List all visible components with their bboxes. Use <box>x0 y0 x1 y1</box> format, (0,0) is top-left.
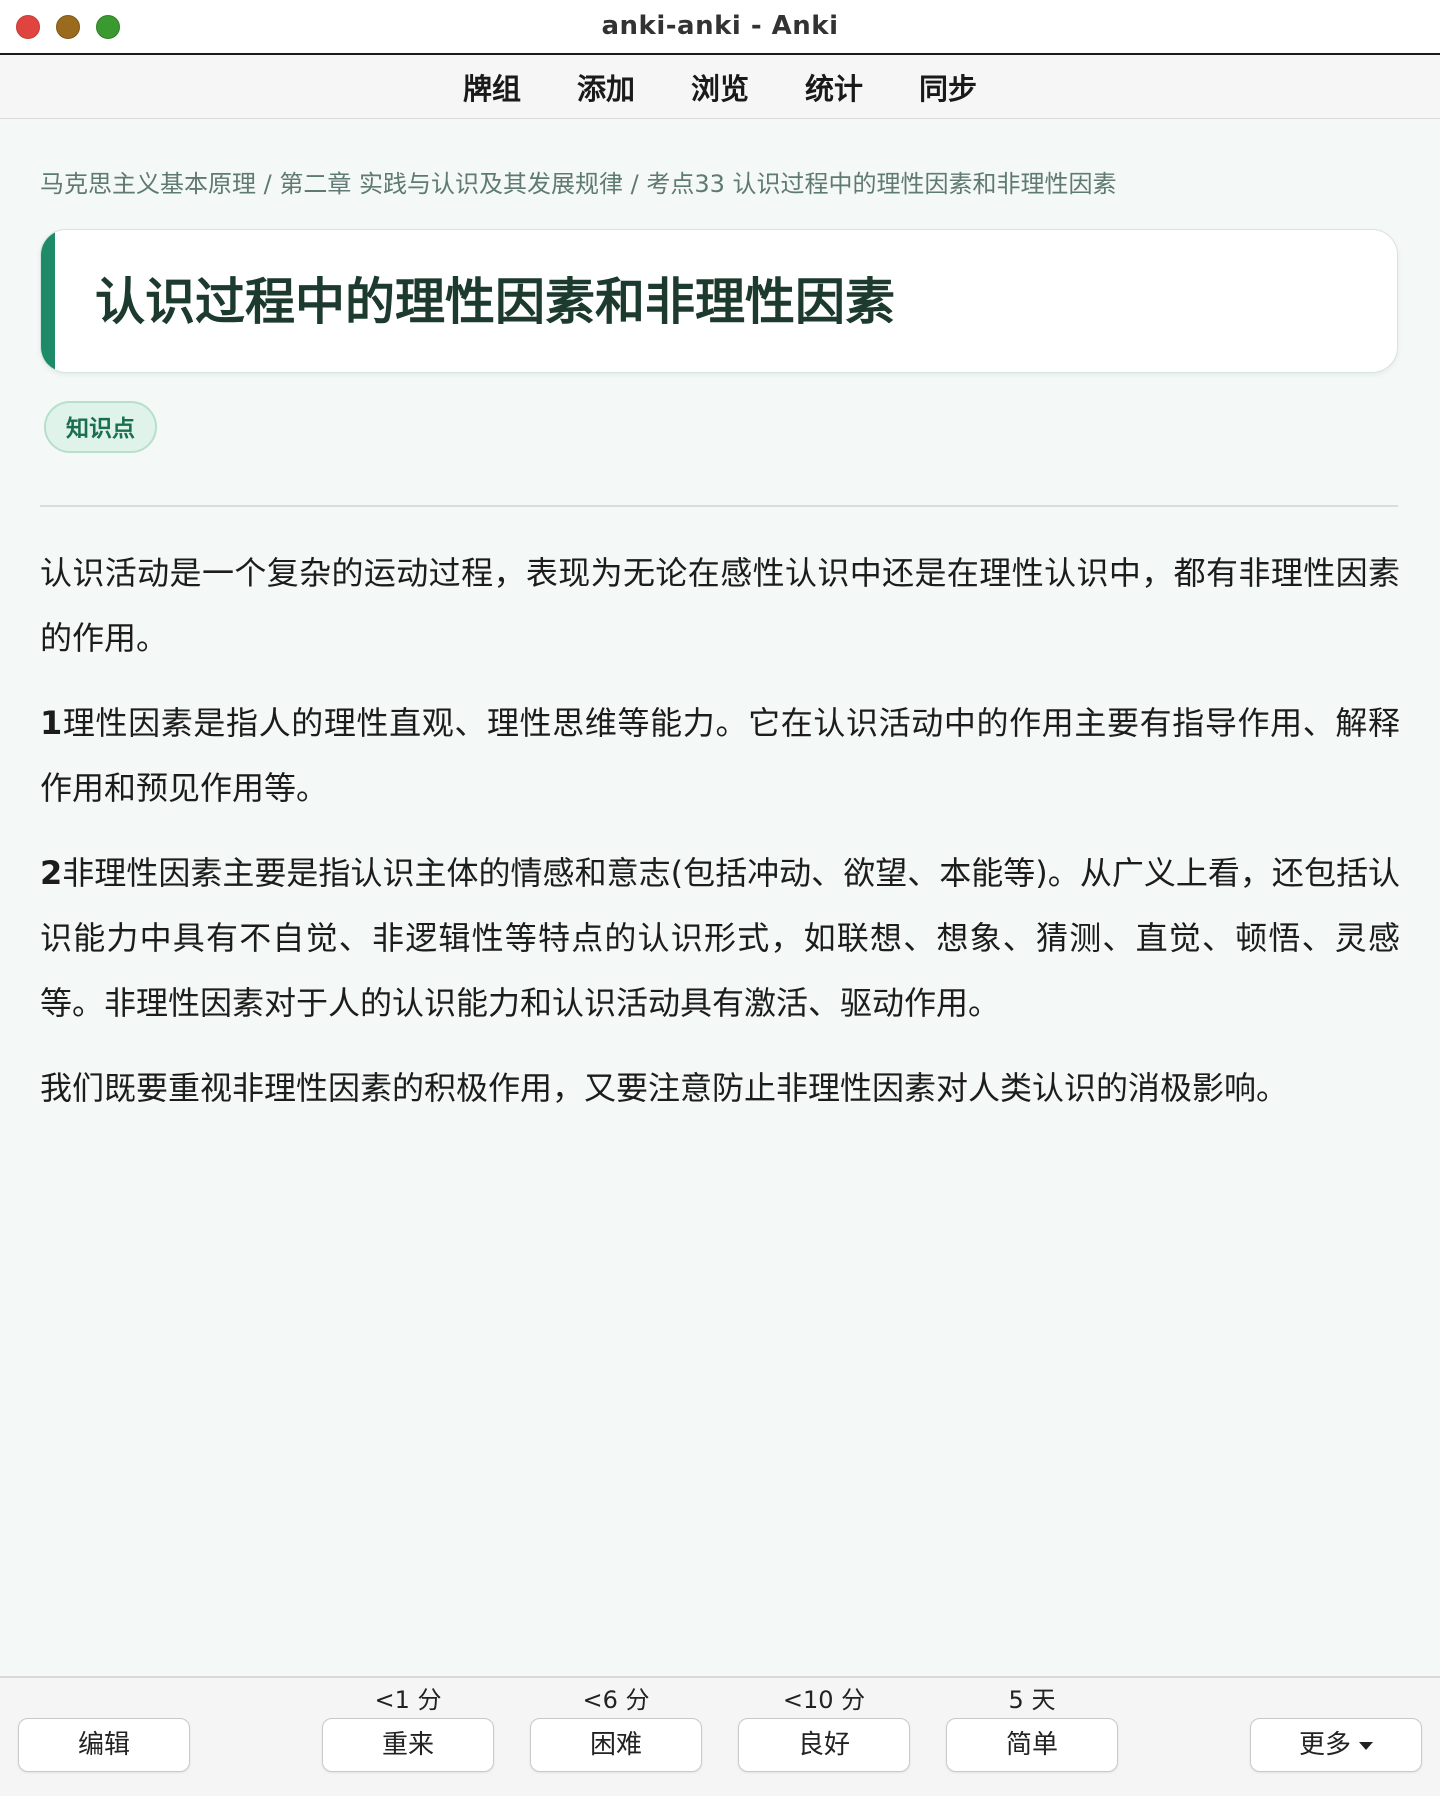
menu-decks[interactable]: 牌组 <box>463 66 521 108</box>
divider <box>40 505 1398 507</box>
card-title: 认识过程中的理性因素和非理性因素 <box>95 273 895 331</box>
paragraph: 我们既要重视非理性因素的积极作用，又要注意防止非理性因素对人类认识的消极影响。 <box>40 1069 1289 1107</box>
review-bottom-bar: 编辑 <1 分 重来 <6 分 困难 <10 分 良好 5 天 简单 更多 <box>0 1676 1440 1796</box>
hard-interval: <6 分 <box>582 1686 650 1714</box>
good-button[interactable]: 良好 <box>738 1718 910 1772</box>
knowledge-tag: 知识点 <box>44 401 157 453</box>
paragraph: 认识活动是一个复杂的运动过程，表现为无论在感性认识中还是在理性认识中，都有非理性… <box>40 554 1400 657</box>
window-title: anki-anki - Anki <box>601 11 839 41</box>
easy-button[interactable]: 简单 <box>946 1718 1118 1772</box>
menu-sync[interactable]: 同步 <box>919 66 977 108</box>
hard-button[interactable]: 困难 <box>530 1718 702 1772</box>
chevron-down-icon <box>1359 1741 1373 1750</box>
card-body: 认识活动是一个复杂的运动过程，表现为无论在感性认识中还是在理性认识中，都有非理性… <box>40 541 1400 1121</box>
menu-stats[interactable]: 统计 <box>805 66 863 108</box>
card-content: 马克思主义基本原理 / 第二章 实践与认识及其发展规律 / 考点33 认识过程中… <box>40 120 1400 1141</box>
title-accent-bar <box>41 230 55 372</box>
paragraph-number: 1 <box>40 704 63 742</box>
paragraph-number: 2 <box>40 854 63 892</box>
anki-window: anki-anki - Anki 牌组 添加 浏览 统计 同步 马克思主义基本原… <box>0 0 1440 1796</box>
title-bar: anki-anki - Anki <box>0 0 1440 55</box>
card-title-box: 认识过程中的理性因素和非理性因素 <box>40 229 1398 373</box>
again-button[interactable]: 重来 <box>322 1718 494 1772</box>
again-interval: <1 分 <box>374 1686 442 1714</box>
menu-add[interactable]: 添加 <box>577 66 635 108</box>
edit-button[interactable]: 编辑 <box>18 1718 190 1772</box>
good-interval: <10 分 <box>782 1686 866 1714</box>
more-label: 更多 <box>1298 1730 1351 1760</box>
breadcrumb: 马克思主义基本原理 / 第二章 实践与认识及其发展规律 / 考点33 认识过程中… <box>40 170 1117 198</box>
paragraph: 1理性因素是指人的理性直观、理性思维等能力。它在认识活动中的作用主要有指导作用、… <box>40 704 1400 807</box>
more-button[interactable]: 更多 <box>1250 1718 1422 1772</box>
menu-browse[interactable]: 浏览 <box>691 66 749 108</box>
paragraph: 2非理性因素主要是指认识主体的情感和意志(包括冲动、欲望、本能等)。从广义上看，… <box>40 854 1400 1022</box>
easy-interval: 5 天 <box>1008 1686 1056 1714</box>
top-menu: 牌组 添加 浏览 统计 同步 <box>0 55 1440 119</box>
